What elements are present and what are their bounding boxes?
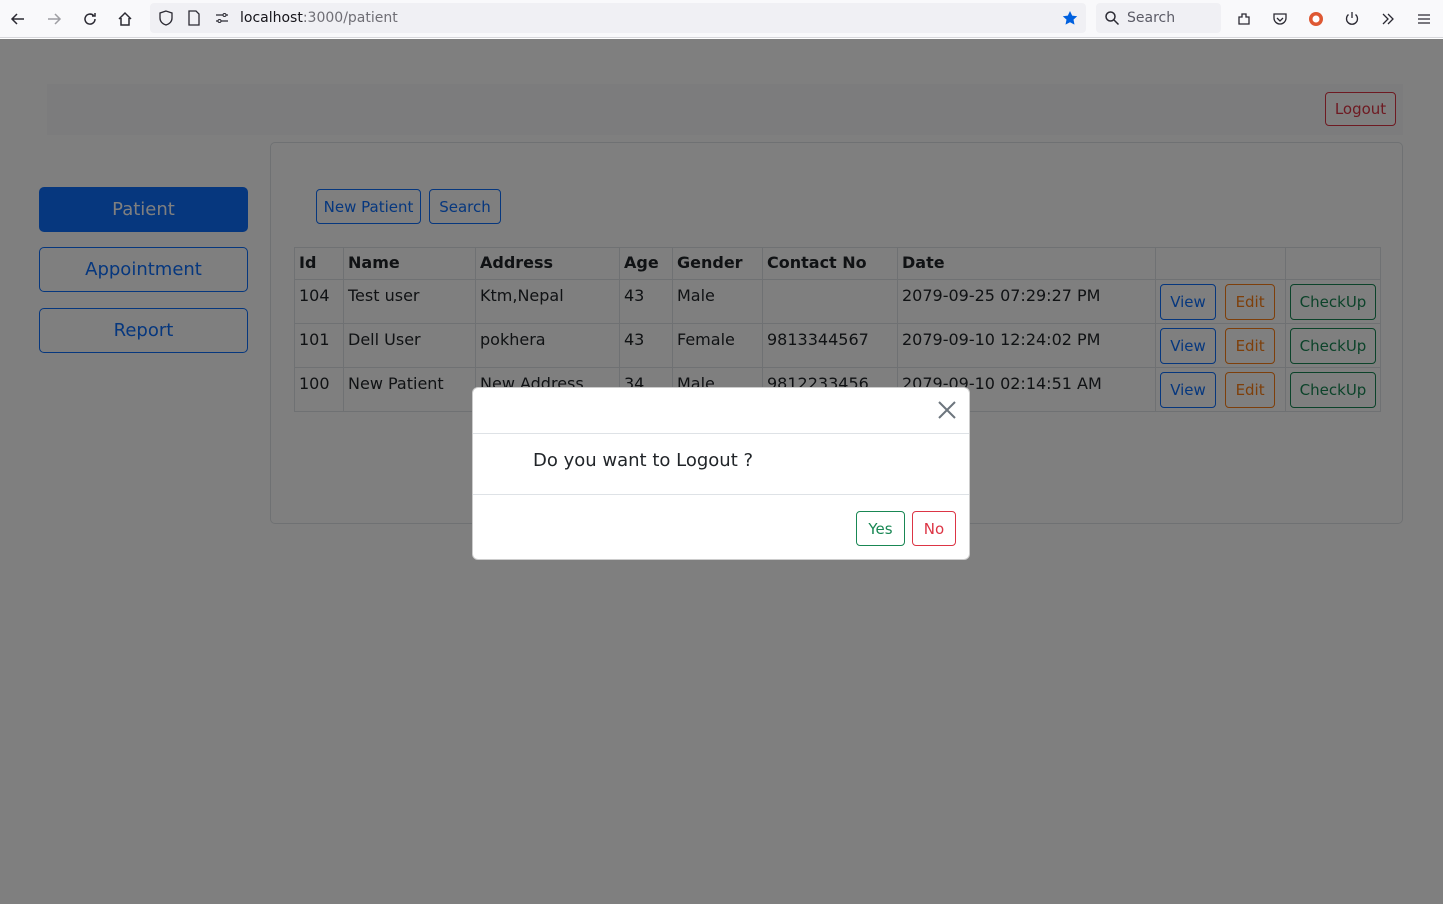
- extensions-icon[interactable]: [1233, 8, 1255, 30]
- yes-button[interactable]: Yes: [856, 511, 905, 546]
- bookmark-star-icon[interactable]: [1059, 7, 1081, 29]
- back-icon[interactable]: [7, 8, 29, 30]
- browser-toolbar: localhost:3000/patient Search: [0, 0, 1443, 38]
- url-host: localhost: [240, 10, 303, 26]
- address-bar[interactable]: localhost:3000/patient: [150, 3, 1086, 33]
- page-icon[interactable]: [183, 7, 205, 29]
- url-path: :3000/patient: [302, 10, 398, 26]
- power-icon[interactable]: [1341, 8, 1363, 30]
- permissions-icon[interactable]: [211, 7, 233, 29]
- pocket-icon[interactable]: [1269, 8, 1291, 30]
- browser-search-label: Search: [1127, 10, 1176, 26]
- logout-modal: Do you want to Logout ? Yes No: [472, 387, 970, 560]
- home-icon[interactable]: [114, 8, 136, 30]
- modal-message: Do you want to Logout ?: [533, 450, 754, 471]
- forward-icon[interactable]: [43, 8, 65, 30]
- reload-icon[interactable]: [79, 8, 101, 30]
- modal-header: [473, 388, 969, 434]
- url-text: localhost:3000/patient: [240, 10, 398, 26]
- close-icon[interactable]: [937, 400, 957, 420]
- hamburger-menu-icon[interactable]: [1413, 8, 1435, 30]
- browser-search-bar[interactable]: Search: [1096, 3, 1221, 33]
- modal-footer: Yes No: [473, 494, 969, 560]
- search-icon: [1101, 7, 1123, 29]
- shield-icon[interactable]: [155, 7, 177, 29]
- overflow-chevron-icon[interactable]: [1377, 8, 1399, 30]
- duckduckgo-icon[interactable]: [1305, 8, 1327, 30]
- no-button[interactable]: No: [912, 511, 956, 546]
